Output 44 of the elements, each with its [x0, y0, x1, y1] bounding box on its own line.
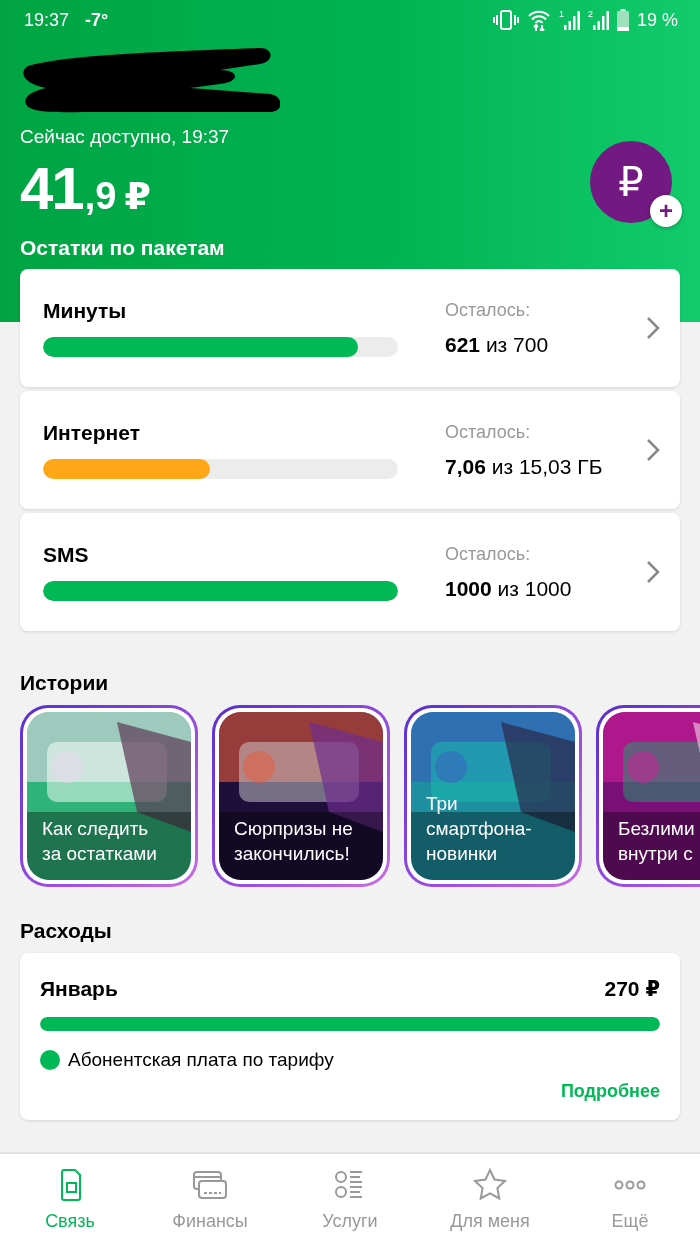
star-icon: [472, 1166, 508, 1203]
signal-icon: [592, 10, 609, 30]
month-label: Январь: [40, 977, 118, 1001]
section-title: Остатки по пакетам: [20, 236, 226, 260]
battery-icon: [616, 9, 629, 31]
remaining-label: Осталось:: [445, 299, 532, 321]
chevron-right-icon: [646, 560, 660, 584]
package-card[interactable]: SMS Осталось: 1000 из 1000: [20, 513, 680, 631]
story-title: Сюрпризы не закончились!: [234, 817, 353, 866]
vibrate-icon: [492, 10, 519, 30]
remaining-value: 7,06 из 15,03 ГБ: [445, 454, 603, 479]
remaining-value: 1000 из 1000: [445, 576, 572, 601]
story-card[interactable]: Безлими внутри с: [596, 705, 700, 887]
more-icon: [612, 1178, 648, 1191]
signal-icon: [563, 10, 580, 30]
package-name: SMS: [43, 543, 90, 567]
status-time: 19:37: [24, 9, 70, 31]
available-balance-label: Сейчас доступно, 19:37: [20, 126, 231, 148]
wifi-icon: [526, 9, 551, 31]
remaining-label: Осталось:: [445, 421, 532, 443]
remaining-value: 621 из 700: [445, 332, 549, 357]
package-card[interactable]: Минуты Осталось: 621 из 700: [20, 269, 680, 387]
story-title: Три смартфона- новинки: [426, 792, 532, 866]
story-card[interactable]: Как следить за остатками: [20, 705, 198, 887]
chevron-right-icon: [646, 316, 660, 340]
plus-badge: +: [650, 195, 682, 227]
package-name: Минуты: [43, 299, 128, 323]
package-name: Интернет: [43, 421, 141, 445]
chevron-right-icon: [646, 438, 660, 462]
balance-amount: 41,9 ₽: [20, 153, 151, 223]
temperature: -7°: [85, 9, 109, 31]
section-title: Истории: [20, 671, 110, 695]
legend-label: Абонентская плата по тарифу: [68, 1049, 334, 1071]
sim-number: 1: [558, 10, 564, 19]
story-title: Безлими внутри с: [618, 817, 695, 866]
expense-total: 270 ₽: [604, 977, 660, 1001]
battery-level: 19 %: [636, 9, 678, 31]
story-title: Как следить за остатками: [42, 817, 157, 866]
package-card[interactable]: Интернет Осталось: 7,06 из 15,03 ГБ: [20, 391, 680, 509]
story-card[interactable]: Сюрпризы не закончились!: [212, 705, 390, 887]
remaining-label: Осталось:: [445, 543, 532, 565]
story-card[interactable]: Три смартфона- новинки: [404, 705, 582, 887]
section-title: Расходы: [20, 919, 113, 943]
sim-number: 2: [587, 10, 593, 19]
